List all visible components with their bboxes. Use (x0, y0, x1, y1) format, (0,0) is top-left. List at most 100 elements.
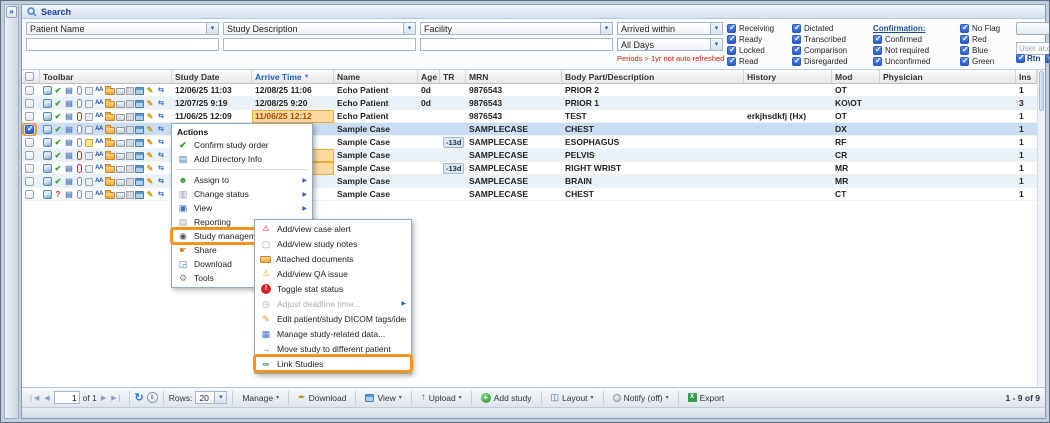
filter-field-select-facility[interactable]: Facility▾ (420, 22, 613, 35)
confirm-icon[interactable]: ✔ (53, 111, 63, 122)
row-checkbox[interactable] (25, 151, 34, 160)
edit-icon[interactable]: ✎ (145, 124, 155, 135)
view-report-icon[interactable]: ▤ (64, 189, 74, 200)
filter-field-select-patient-name[interactable]: Patient Name▾ (26, 22, 219, 35)
column-header-select-all[interactable] (22, 70, 40, 83)
menu-item-view[interactable]: ▣View▶ (172, 201, 312, 215)
edit-icon[interactable]: ✎ (145, 163, 155, 174)
notes-icon[interactable] (85, 139, 93, 147)
checkbox-checked-icon[interactable] (873, 46, 882, 55)
import-icon[interactable] (43, 99, 52, 108)
download-button[interactable]: ✒Download (294, 390, 350, 405)
attachment-icon[interactable] (77, 86, 82, 95)
menu-item-add-view-qa-issue[interactable]: ⚠Add/view QA issue (255, 266, 411, 281)
confirm-icon[interactable]: ✔ (53, 124, 63, 135)
notes-icon[interactable] (85, 113, 93, 121)
last-page-button[interactable]: ▶❘ (110, 394, 123, 402)
menu-item-add-view-study-notes[interactable]: ▢Add/view study notes (255, 236, 411, 251)
row-checkbox[interactable] (25, 164, 34, 173)
menu-item-toggle-stat-status[interactable]: !Toggle stat status (255, 281, 411, 296)
row-checkbox[interactable] (25, 125, 34, 134)
prev-page-button[interactable]: ◀ (43, 394, 50, 402)
menu-item-add-view-case-alert[interactable]: ⚠Add/view case alert (255, 221, 411, 236)
import-icon[interactable] (43, 138, 52, 147)
print-icon[interactable] (116, 179, 125, 186)
attachment-icon[interactable] (77, 125, 82, 134)
notes-icon[interactable] (85, 100, 93, 108)
expand-sidebar-button[interactable]: » (6, 6, 17, 18)
share-row-icon[interactable]: ⇆ (156, 98, 166, 109)
vertical-scrollbar[interactable] (1037, 70, 1045, 387)
filter-field-select-arrived-within[interactable]: Arrived within▾ (617, 22, 723, 35)
checkbox-checked-icon[interactable] (873, 35, 882, 44)
share-row-icon[interactable]: ⇆ (156, 163, 166, 174)
scrollbar-thumb[interactable] (1039, 71, 1044, 111)
column-header-arrive-time[interactable]: Arrive Time▼ (252, 70, 334, 83)
view-report-icon[interactable]: ▤ (64, 137, 74, 148)
edit-icon[interactable]: ✎ (145, 150, 155, 161)
attachment-icon[interactable] (77, 99, 82, 108)
column-header-body-part[interactable]: Body Part/Description (562, 70, 744, 83)
print-icon[interactable] (116, 127, 125, 134)
save-icon[interactable] (126, 126, 134, 134)
column-header-study-date[interactable]: Study Date (172, 70, 252, 83)
notify-button[interactable]: Notify (off)▾ (609, 390, 673, 405)
checkbox-checked-icon[interactable] (792, 57, 801, 66)
next-page-button[interactable]: ▶ (100, 394, 107, 402)
folder-icon[interactable] (105, 101, 115, 108)
view-report-icon[interactable]: ▤ (64, 176, 74, 187)
pause-refresh-button[interactable]: Ⅱ (147, 392, 158, 403)
column-header-mrn[interactable]: MRN (466, 70, 562, 83)
view-report-icon[interactable]: ▤ (64, 124, 74, 135)
view-report-icon[interactable]: ▤ (64, 163, 74, 174)
checkbox-checked-icon[interactable] (727, 46, 736, 55)
search-panel-header[interactable]: Search (22, 5, 1045, 19)
row-checkbox[interactable] (25, 112, 34, 121)
save-icon[interactable] (126, 191, 134, 199)
import-icon[interactable] (43, 112, 52, 121)
edit-icon[interactable]: ✎ (145, 137, 155, 148)
save-icon[interactable] (126, 87, 134, 95)
case-alert-icon[interactable]: AA (94, 176, 104, 187)
checkbox-checked-icon[interactable] (1016, 54, 1025, 63)
share-row-icon[interactable]: ⇆ (156, 111, 166, 122)
checkbox-checked-icon[interactable] (727, 57, 736, 66)
import-icon[interactable] (43, 86, 52, 95)
display-icon[interactable] (135, 165, 144, 173)
folder-icon[interactable] (105, 153, 115, 160)
case-alert-icon[interactable]: AA (94, 163, 104, 174)
case-alert-icon[interactable]: AA (94, 137, 104, 148)
column-header-mod[interactable]: Mod (832, 70, 880, 83)
column-header-toolbar[interactable]: Toolbar (40, 70, 172, 83)
first-page-button[interactable]: ❘◀ (27, 394, 40, 402)
share-row-icon[interactable]: ⇆ (156, 85, 166, 96)
column-header-ins[interactable]: Ins (1016, 70, 1037, 83)
notes-icon[interactable] (85, 178, 93, 186)
display-icon[interactable] (135, 126, 144, 134)
print-icon[interactable] (116, 114, 125, 121)
menu-item-move-study-to-different-patient[interactable]: →Move study to different patient (255, 341, 411, 356)
confirm-icon[interactable]: ✔ (53, 176, 63, 187)
upload-button[interactable]: ↑Upload▾ (417, 390, 466, 405)
view-report-icon[interactable]: ▤ (64, 111, 74, 122)
attachment-icon[interactable] (77, 177, 82, 186)
display-icon[interactable] (135, 100, 144, 108)
view-report-icon[interactable]: ▤ (64, 150, 74, 161)
menu-item-add-directory-info[interactable]: ▤Add Directory Info (172, 152, 312, 166)
table-row[interactable]: ✔▤AA✎⇆12/07/25 9:1912/08/25 9:20Echo Pat… (22, 97, 1045, 110)
attachment-icon[interactable] (77, 190, 82, 199)
print-icon[interactable] (116, 192, 125, 199)
edit-icon[interactable]: ✎ (145, 111, 155, 122)
filter-field-select-study-description[interactable]: Study Description▾ (223, 22, 416, 35)
share-row-icon[interactable]: ⇆ (156, 189, 166, 200)
menu-item-change-status[interactable]: ▥Change status▶ (172, 187, 312, 201)
filter-value-input-study-description[interactable] (223, 38, 416, 51)
folder-icon[interactable] (105, 114, 115, 121)
import-icon[interactable] (43, 125, 52, 134)
save-icon[interactable] (126, 113, 134, 121)
column-header-physician[interactable]: Physician (880, 70, 1016, 83)
folder-icon[interactable] (105, 127, 115, 134)
case-alert-icon[interactable]: AA (94, 189, 104, 200)
share-row-icon[interactable]: ⇆ (156, 124, 166, 135)
select-all-checkbox[interactable] (25, 72, 34, 81)
